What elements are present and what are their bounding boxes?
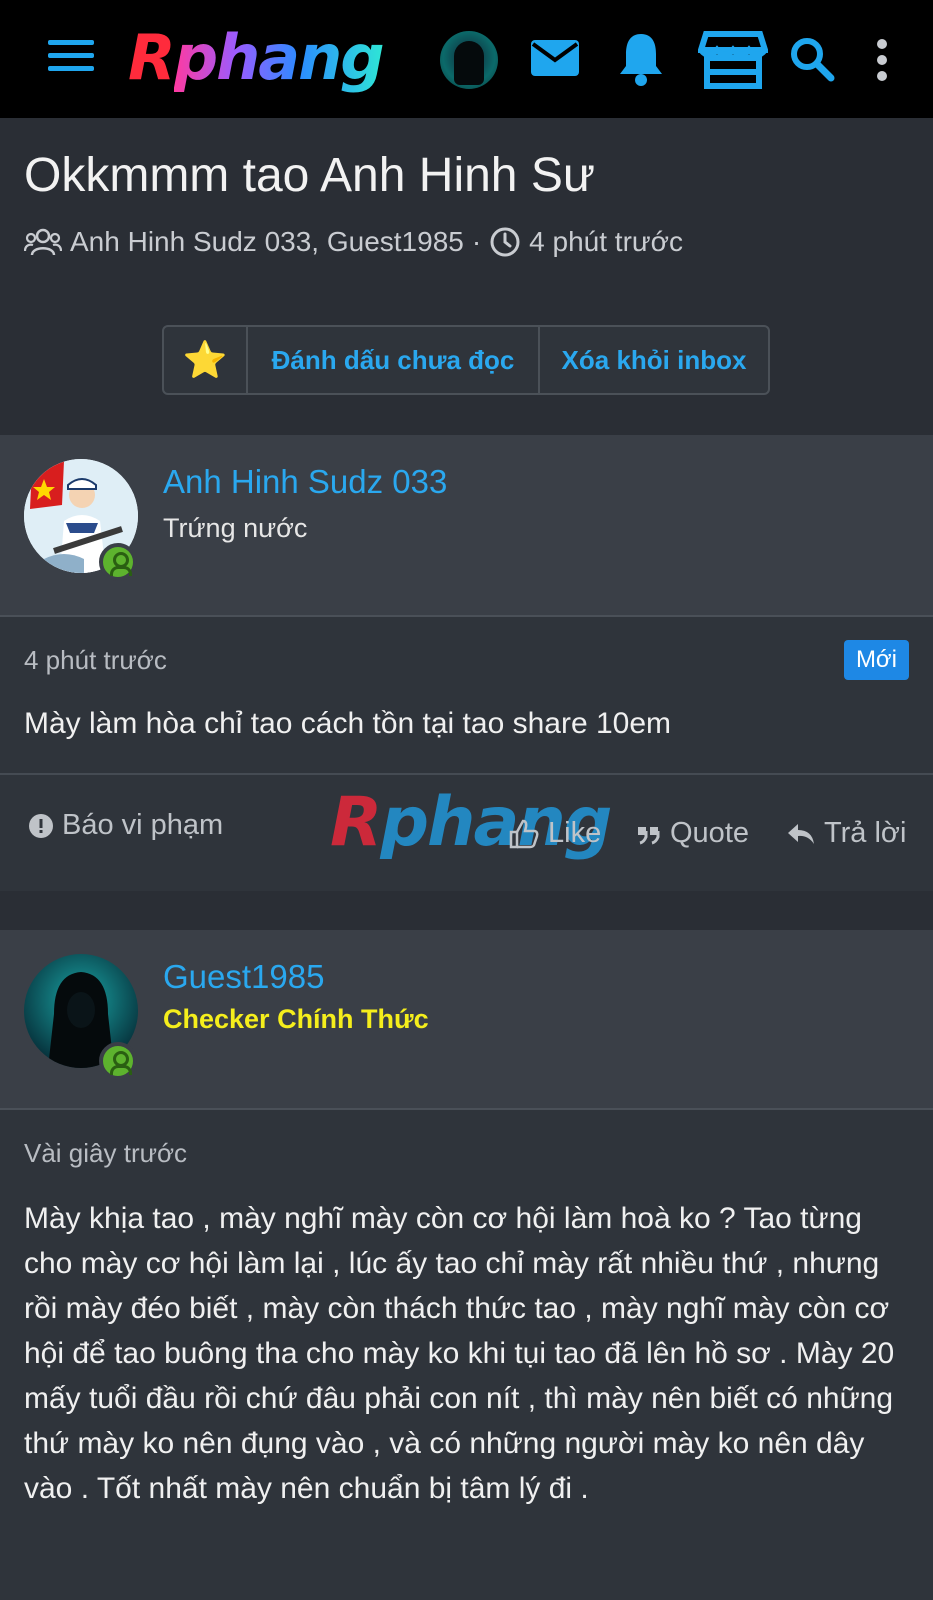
thread-time: 4 phút trước	[529, 226, 684, 257]
menu-icon[interactable]	[48, 40, 94, 76]
page-title: Okkmmm tao Anh Hinh Sư	[24, 149, 595, 202]
logo-letter: R	[128, 21, 176, 94]
message-post: Anh Hinh Sudz 033 Trứng nước 4 phút trướ…	[0, 435, 933, 891]
author-role: Checker Chính Thức	[163, 1004, 429, 1034]
star-icon: ⭐	[182, 339, 228, 380]
reply-icon	[788, 823, 814, 844]
thread-actions: ⭐ Đánh dấu chưa đọc Xóa khỏi inbox	[162, 325, 770, 395]
author-name[interactable]: Guest1985	[163, 958, 324, 996]
report-button[interactable]: Báo vi phạm	[28, 809, 223, 842]
meta-separator: ·	[471, 226, 482, 257]
thread-meta: Anh Hinh Sudz 033, Guest1985 · 4 phút tr…	[24, 222, 683, 262]
avatar[interactable]	[440, 31, 498, 89]
post-body: Mày làm hòa chỉ tao cách tồn tại tao sha…	[24, 707, 672, 740]
mark-unread-button[interactable]: Đánh dấu chưa đọc	[248, 327, 540, 393]
like-label: Like	[548, 817, 602, 849]
thumbs-up-icon	[509, 819, 539, 848]
post-time: 4 phút trước	[24, 645, 167, 675]
bell-icon[interactable]	[617, 30, 665, 88]
envelope-icon[interactable]	[529, 30, 581, 86]
site-logo[interactable]: Rphang	[128, 21, 385, 94]
quote-icon	[638, 826, 660, 844]
remove-inbox-button[interactable]: Xóa khỏi inbox	[540, 327, 768, 393]
author-role: Trứng nước	[163, 513, 308, 543]
reply-button[interactable]: Trả lời	[786, 817, 906, 850]
search-icon[interactable]	[789, 36, 835, 82]
reply-label: Trả lời	[824, 817, 907, 849]
quote-label: Quote	[670, 817, 749, 849]
report-label: Báo vi phạm	[62, 809, 224, 841]
logo-text: phang	[173, 21, 385, 94]
post-time: Vài giây trước	[24, 1138, 188, 1168]
more-vertical-icon[interactable]	[874, 38, 890, 82]
like-button[interactable]: Like	[508, 817, 601, 850]
clock-icon	[490, 227, 520, 257]
post-header: Anh Hinh Sudz 033 Trứng nước	[0, 435, 933, 617]
thread-participants[interactable]: Anh Hinh Sudz 033, Guest1985	[70, 226, 464, 258]
author-name[interactable]: Anh Hinh Sudz 033	[163, 463, 447, 501]
online-status-icon	[99, 1042, 137, 1080]
store-icon[interactable]	[698, 30, 768, 90]
post-body: Mày khịa tao , mày nghĩ mày còn cơ hội l…	[24, 1202, 895, 1505]
post-header: Guest1985 Checker Chính Thức	[0, 930, 933, 1110]
top-bar: Rphang	[0, 0, 933, 118]
star-button[interactable]: ⭐	[164, 327, 248, 393]
online-status-icon	[99, 543, 137, 581]
post-actions: Rphang Báo vi phạm Like Quote Trả lời	[0, 773, 933, 891]
quote-button[interactable]: Quote	[636, 817, 749, 850]
alert-icon	[29, 813, 53, 838]
users-icon	[24, 228, 62, 256]
new-badge: Mới	[843, 640, 909, 680]
message-post: Guest1985 Checker Chính Thức Vài giây tr…	[0, 930, 933, 1600]
